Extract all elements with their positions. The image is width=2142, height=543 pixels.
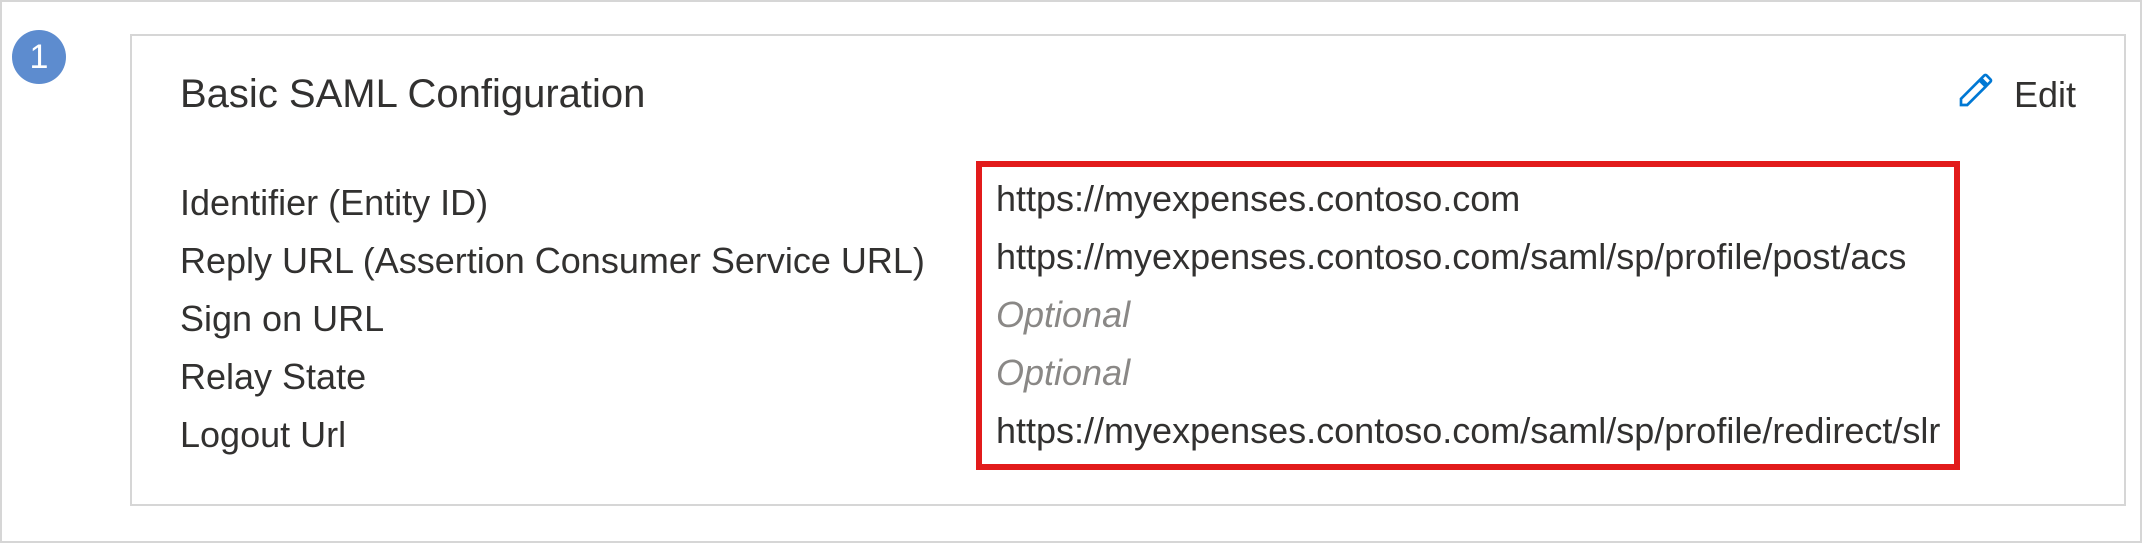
edit-button[interactable]: Edit <box>1956 70 2076 119</box>
label-identifier: Identifier (Entity ID) <box>180 177 990 230</box>
card-title: Basic SAML Configuration <box>180 72 645 117</box>
value-sign-on-url: Optional <box>996 289 1940 342</box>
pencil-icon <box>1956 70 1996 119</box>
saml-config-card: Basic SAML Configuration Edit Identifier… <box>130 34 2126 506</box>
step-number-text: 1 <box>30 38 49 77</box>
highlighted-values-region: https://myexpenses.contoso.com https://m… <box>976 161 1960 470</box>
value-identifier: https://myexpenses.contoso.com <box>996 173 1940 226</box>
edit-button-label: Edit <box>2014 74 2076 116</box>
config-rows: Identifier (Entity ID) Reply URL (Assert… <box>180 167 2076 470</box>
config-labels-column: Identifier (Entity ID) Reply URL (Assert… <box>180 167 990 470</box>
value-logout-url: https://myexpenses.contoso.com/saml/sp/p… <box>996 405 1940 458</box>
label-relay-state: Relay State <box>180 351 990 404</box>
card-header: Basic SAML Configuration Edit <box>180 70 2076 119</box>
value-relay-state: Optional <box>996 347 1940 400</box>
step-number-badge: 1 <box>12 30 66 84</box>
label-reply-url: Reply URL (Assertion Consumer Service UR… <box>180 235 990 288</box>
value-reply-url: https://myexpenses.contoso.com/saml/sp/p… <box>996 231 1940 284</box>
config-values-column: https://myexpenses.contoso.com https://m… <box>996 173 1940 458</box>
label-logout-url: Logout Url <box>180 409 990 462</box>
label-sign-on-url: Sign on URL <box>180 293 990 346</box>
